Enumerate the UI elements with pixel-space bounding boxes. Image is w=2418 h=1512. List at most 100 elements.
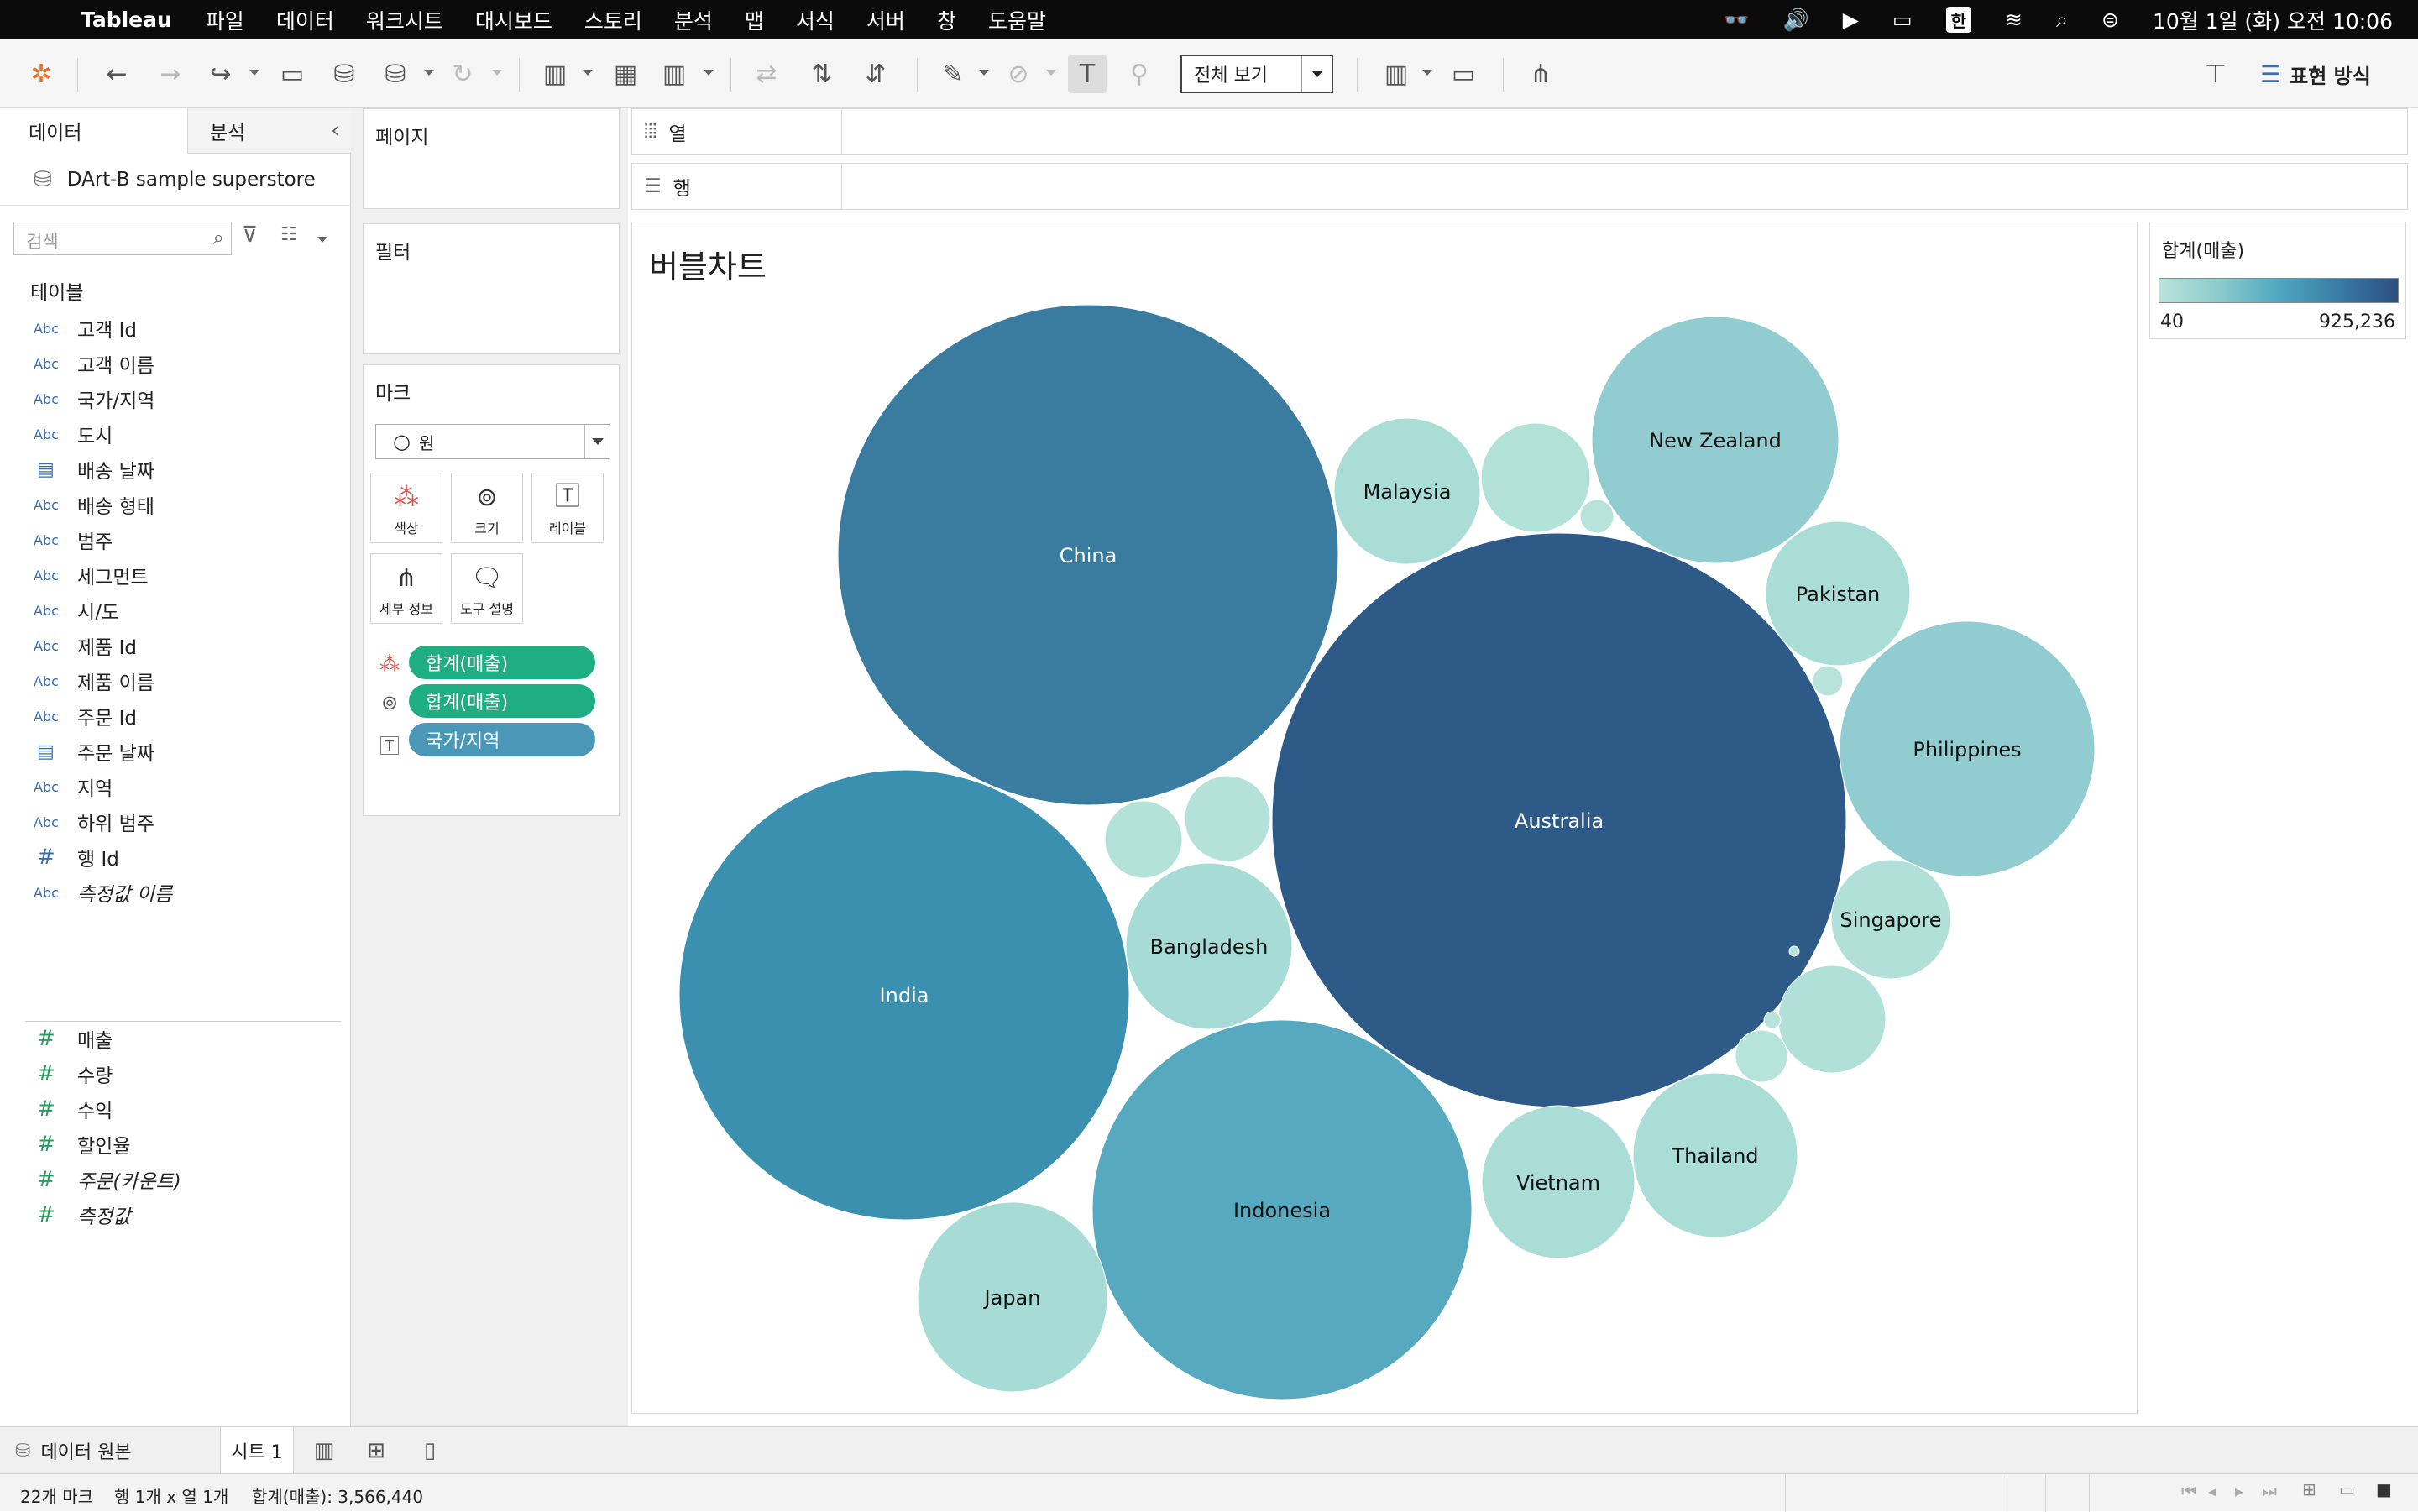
refresh-dropdown-icon[interactable]	[492, 70, 502, 76]
menu-clock[interactable]: 10월 1일 (화) 오전 10:06	[2153, 5, 2393, 35]
show-cards-dropdown-icon[interactable]	[1422, 70, 1432, 76]
field-item[interactable]: Abc 주문 Id	[0, 698, 137, 734]
tooltip-button[interactable]: 🗨 도구 설명	[451, 553, 523, 624]
group-members-icon[interactable]: ⊘	[999, 55, 1038, 93]
menu-server[interactable]: 서버	[866, 5, 905, 35]
sort-descending-icon[interactable]: ⇵	[856, 55, 895, 93]
field-item[interactable]: ▤ 배송 날짜	[0, 452, 154, 487]
view-options-dropdown-icon[interactable]	[317, 237, 327, 243]
field-item[interactable]: Abc 측정값 이름	[0, 875, 172, 910]
menu-window[interactable]: 창	[937, 5, 956, 35]
show-me-button[interactable]: ☰ 표현 방식	[2260, 55, 2371, 93]
tabs-view-icon[interactable]: ■	[2376, 1479, 2392, 1499]
pause-dropdown-icon[interactable]	[424, 70, 434, 76]
last-sheet-icon[interactable]: ⏭	[2262, 1481, 2277, 1501]
tab-analysis[interactable]: 분석 ‹	[188, 108, 351, 154]
bubble-unlabeled[interactable]	[1480, 422, 1591, 533]
menu-analysis[interactable]: 분석	[674, 5, 713, 35]
datasource-item[interactable]: ⛁ DArt-B sample superstore	[0, 154, 351, 206]
size-button[interactable]: ⊚ 크기	[451, 473, 523, 543]
group-dropdown-icon[interactable]	[1046, 70, 1056, 76]
datasource-tab[interactable]: ⛁ 데이터 원본	[0, 1427, 218, 1474]
menu-dashboard[interactable]: 대시보드	[475, 5, 552, 35]
clear-dropdown-icon[interactable]	[704, 70, 714, 76]
columns-shelf[interactable]: ⦙⦙⦙ 열	[631, 108, 2408, 155]
size-measure-pill[interactable]: 합계(매출)	[409, 684, 595, 718]
replay-dropdown-icon[interactable]	[249, 70, 259, 76]
tableau-logo-icon[interactable]: ✲	[22, 55, 60, 93]
control-center-icon[interactable]: ⊜	[2101, 8, 2119, 32]
highlight-icon[interactable]: ✎	[934, 55, 972, 93]
new-worksheet-icon[interactable]: ▥	[536, 55, 574, 93]
play-icon[interactable]: ▶	[1843, 8, 1859, 32]
undo-icon[interactable]: ←	[97, 55, 136, 93]
pages-shelf[interactable]: 페이지	[363, 108, 620, 209]
ask-data-icon[interactable]: ⊤	[2196, 55, 2235, 93]
viz-area[interactable]: China Australia India Indonesia New Zealand P…	[631, 222, 2138, 1414]
bubble-unlabeled[interactable]	[1579, 499, 1615, 534]
next-sheet-icon[interactable]: ▸	[2235, 1481, 2243, 1501]
field-item[interactable]: Abc 시/도	[0, 593, 119, 628]
spotlight-search-icon[interactable]: ⌕	[2056, 8, 2068, 33]
field-item[interactable]: Abc 국가/지역	[0, 381, 154, 416]
field-search-input[interactable]: 검색 ⌕	[13, 222, 232, 255]
battery-icon[interactable]: ▭	[1892, 8, 1913, 32]
field-item[interactable]: Abc 고객 Id	[0, 311, 137, 346]
refresh-icon[interactable]: ↻	[443, 55, 482, 93]
previous-sheet-icon[interactable]: ◂	[2208, 1481, 2216, 1501]
share-icon[interactable]: ⋔	[1521, 55, 1560, 93]
measure-item[interactable]: # 수익	[0, 1091, 113, 1127]
rows-shelf[interactable]: ☰ 행	[631, 163, 2408, 210]
duplicate-sheet-icon[interactable]: ▦	[606, 55, 645, 93]
replay-icon[interactable]: ↪	[202, 55, 240, 93]
new-worksheet-icon[interactable]: ▥	[304, 1434, 344, 1468]
measure-item[interactable]: # 수량	[0, 1056, 113, 1091]
bubble-unlabeled[interactable]	[1777, 965, 1887, 1074]
collapse-pane-icon[interactable]: ‹	[331, 118, 339, 142]
fit-view-select[interactable]: 전체 보기	[1180, 55, 1333, 93]
bubble-unlabeled[interactable]	[1735, 1029, 1788, 1083]
mark-type-select[interactable]: ○ 원	[375, 424, 610, 459]
new-dashboard-icon[interactable]: ⊞	[356, 1434, 396, 1468]
measure-item[interactable]: # 주문(카운트)	[0, 1162, 181, 1197]
redo-icon[interactable]: →	[151, 55, 190, 93]
show-cards-icon[interactable]: ▥	[1377, 55, 1416, 93]
bubble-unlabeled[interactable]	[1763, 1011, 1782, 1029]
menu-format[interactable]: 서식	[796, 5, 835, 35]
input-method-indicator[interactable]: 한	[1945, 7, 1972, 33]
label-button[interactable]: 🅃 레이블	[531, 473, 604, 543]
app-name-menu[interactable]: Tableau	[81, 8, 172, 32]
bubble-unlabeled[interactable]	[1788, 945, 1800, 957]
bubble-unlabeled[interactable]	[1184, 775, 1271, 862]
field-item[interactable]: Abc 제품 이름	[0, 663, 154, 698]
menu-data[interactable]: 데이터	[276, 5, 334, 35]
new-story-icon[interactable]: ▯	[410, 1434, 450, 1468]
accessibility-glasses-icon[interactable]: 👓	[1723, 8, 1749, 33]
menu-worksheet[interactable]: 워크시트	[366, 5, 443, 35]
color-button[interactable]: ⁂ 색상	[370, 473, 442, 543]
highlight-dropdown-icon[interactable]	[979, 70, 989, 76]
field-item[interactable]: Abc 도시	[0, 416, 113, 452]
detail-button[interactable]: ⋔ 세부 정보	[370, 553, 442, 624]
tab-data[interactable]: 데이터	[0, 108, 188, 154]
show-mark-labels-icon[interactable]: T	[1068, 55, 1107, 93]
viz-title[interactable]: 버블차트	[649, 241, 767, 287]
field-item[interactable]: Abc 범주	[0, 522, 113, 557]
wifi-icon[interactable]: ≋	[2005, 8, 2023, 32]
field-item[interactable]: Abc 고객 이름	[0, 346, 154, 381]
new-datasource-icon[interactable]: ⛁	[325, 55, 364, 93]
field-item[interactable]: Abc 하위 범주	[0, 804, 154, 840]
field-item[interactable]: Abc 세그먼트	[0, 557, 149, 593]
presentation-mode-icon[interactable]: ▭	[1444, 55, 1483, 93]
color-legend[interactable]: 합계(매출) 40 925,236	[2149, 222, 2406, 339]
clear-sheet-icon[interactable]: ▥	[655, 55, 693, 93]
bubble-unlabeled[interactable]	[1104, 800, 1183, 879]
label-dimension-pill[interactable]: 국가/지역	[409, 723, 595, 756]
color-measure-pill[interactable]: 합계(매출)	[409, 646, 595, 679]
first-sheet-icon[interactable]: ⏮	[2181, 1481, 2196, 1501]
sheet-sorter-icon[interactable]: ⊞	[2302, 1479, 2316, 1499]
field-item[interactable]: Abc 배송 형태	[0, 487, 154, 522]
new-worksheet-dropdown-icon[interactable]	[583, 70, 593, 76]
sheet-tab[interactable]: 시트 1	[220, 1427, 294, 1474]
filmstrip-icon[interactable]: ▭	[2339, 1479, 2355, 1499]
